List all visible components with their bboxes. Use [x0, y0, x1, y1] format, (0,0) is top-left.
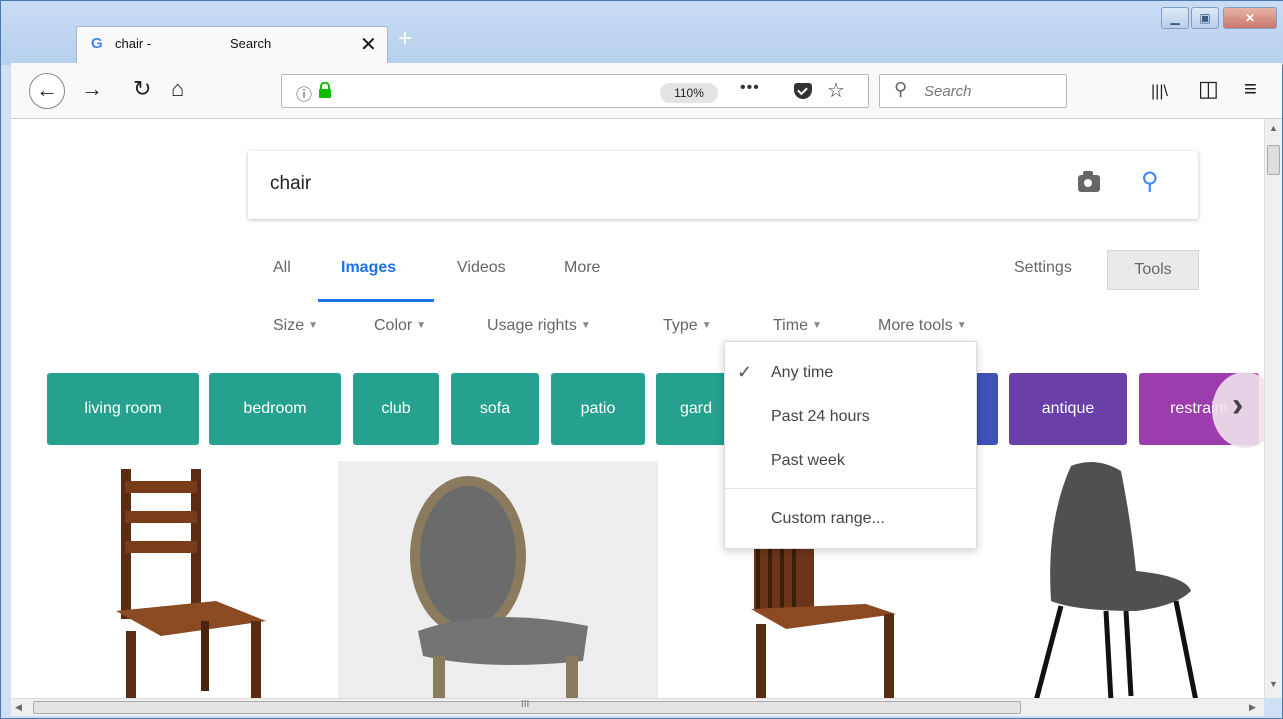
time-filter-menu: ✓ Any time Past 24 hours Past week Custo… — [724, 341, 977, 549]
back-button[interactable]: ← — [29, 73, 65, 109]
close-window-button[interactable]: ✕ — [1223, 7, 1277, 29]
checkmark-icon: ✓ — [737, 362, 753, 382]
chip-antique[interactable]: antique — [1009, 373, 1127, 445]
maximize-button[interactable]: ▣ — [1191, 7, 1219, 29]
tab-videos[interactable]: Videos — [457, 259, 506, 277]
filter-label: Time — [773, 317, 808, 334]
forward-button[interactable]: → — [81, 77, 103, 101]
navigation-toolbar: ← → ↻ ⌂ ⓘ 110% ••• ☆ ⚲ Search |||\ ◫ ≡ — [11, 63, 1282, 119]
library-icon[interactable]: |||\ — [1151, 80, 1168, 104]
search-button-icon[interactable]: ⚲ — [1141, 167, 1159, 196]
tools-button[interactable]: Tools — [1107, 250, 1199, 290]
time-custom-range[interactable]: Custom range... — [771, 510, 885, 528]
maximize-icon: ▣ — [1199, 11, 1211, 25]
search-placeholder: Search — [924, 83, 972, 100]
filter-time[interactable]: Time ▼ — [773, 317, 822, 335]
chevron-right-icon: › — [1232, 386, 1244, 424]
menu-icon[interactable]: ≡ — [1244, 77, 1257, 101]
filter-label: Type — [663, 317, 698, 334]
caret-down-icon: ▼ — [308, 320, 319, 332]
page-actions-icon[interactable]: ••• — [740, 79, 760, 97]
caret-down-icon: ▼ — [956, 320, 967, 332]
image-result[interactable] — [1016, 461, 1216, 698]
google-favicon-icon: G — [91, 35, 103, 52]
image-result[interactable] — [726, 549, 926, 698]
caret-down-icon: ▼ — [580, 320, 591, 332]
filter-size[interactable]: Size ▼ — [273, 317, 318, 335]
chip-patio[interactable]: patio — [551, 373, 645, 445]
back-arrow-icon: ← — [36, 77, 58, 102]
camera-icon[interactable] — [1078, 171, 1100, 192]
close-tab-icon[interactable]: ✕ — [360, 32, 377, 57]
new-tab-button[interactable]: + — [398, 25, 412, 53]
active-tab-underline — [318, 299, 434, 302]
scroll-up-icon[interactable]: ▲ — [1269, 123, 1278, 133]
lock-icon — [319, 82, 331, 98]
image-result[interactable] — [101, 461, 281, 698]
home-button[interactable]: ⌂ — [171, 77, 184, 101]
menu-divider — [725, 488, 976, 489]
google-search-box[interactable]: chair ⚲ — [248, 151, 1198, 219]
time-any-time[interactable]: Any time — [771, 364, 833, 382]
minimize-icon: ▁ — [1170, 11, 1180, 25]
time-past-week[interactable]: Past week — [771, 452, 845, 470]
filter-label: More tools — [878, 317, 953, 334]
scroll-left-icon[interactable]: ◀ — [15, 702, 22, 713]
search-query[interactable]: chair — [270, 173, 311, 195]
scroll-down-icon[interactable]: ▼ — [1269, 679, 1278, 689]
horizontal-scrollbar[interactable]: ◀ III ▶ — [11, 698, 1264, 716]
settings-link[interactable]: Settings — [1014, 259, 1072, 277]
browser-tab[interactable]: G chair - Search ✕ — [76, 26, 388, 63]
caret-down-icon: ▼ — [811, 320, 822, 332]
bookmark-star-icon[interactable]: ☆ — [827, 78, 845, 103]
search-icon: ⚲ — [894, 79, 908, 99]
filter-usage-rights[interactable]: Usage rights ▼ — [487, 317, 591, 335]
close-icon: ✕ — [1244, 11, 1256, 25]
chip-club[interactable]: club — [353, 373, 439, 445]
filter-type[interactable]: Type ▼ — [663, 317, 712, 335]
chip-living-room[interactable]: living room — [47, 373, 199, 445]
image-result[interactable] — [338, 461, 658, 698]
scroll-grip-icon: III — [521, 699, 530, 710]
filter-label: Size — [273, 317, 305, 334]
filter-label: Color — [374, 317, 413, 334]
chip-bedroom[interactable]: bedroom — [209, 373, 341, 445]
pocket-icon[interactable] — [794, 83, 812, 99]
caret-down-icon: ▼ — [701, 320, 712, 332]
reload-button[interactable]: ↻ — [133, 77, 151, 101]
page-content: chair ⚲ All Images Videos More Settings … — [11, 119, 1264, 698]
time-past-24-hours[interactable]: Past 24 hours — [771, 408, 870, 426]
minimize-button[interactable]: ▁ — [1161, 7, 1189, 29]
tab-title-suffix: Search — [230, 36, 272, 51]
vertical-scroll-thumb[interactable] — [1267, 145, 1280, 175]
url-bar[interactable]: ⓘ 110% ••• ☆ — [281, 74, 869, 108]
filter-label: Usage rights — [487, 317, 577, 334]
vertical-scrollbar[interactable]: ▲ ▼ — [1264, 119, 1282, 698]
tab-images[interactable]: Images — [341, 259, 396, 277]
sidebar-icon[interactable]: ◫ — [1198, 77, 1219, 101]
filter-more-tools[interactable]: More tools ▼ — [878, 317, 967, 335]
chip-sofa[interactable]: sofa — [451, 373, 539, 445]
tab-title: chair - — [115, 36, 152, 51]
tab-more[interactable]: More — [564, 259, 600, 277]
browser-window: G chair - Search ✕ + ▁ ▣ ✕ ← → ↻ ⌂ ⓘ 110… — [0, 0, 1283, 719]
filter-color[interactable]: Color ▼ — [374, 317, 426, 335]
browser-search-field[interactable]: ⚲ Search — [879, 74, 1067, 108]
caret-down-icon: ▼ — [416, 320, 427, 332]
zoom-level-badge[interactable]: 110% — [660, 83, 718, 103]
scroll-right-icon[interactable]: ▶ — [1249, 702, 1256, 713]
site-info-icon[interactable]: ⓘ — [296, 81, 312, 105]
tab-all[interactable]: All — [273, 259, 291, 277]
